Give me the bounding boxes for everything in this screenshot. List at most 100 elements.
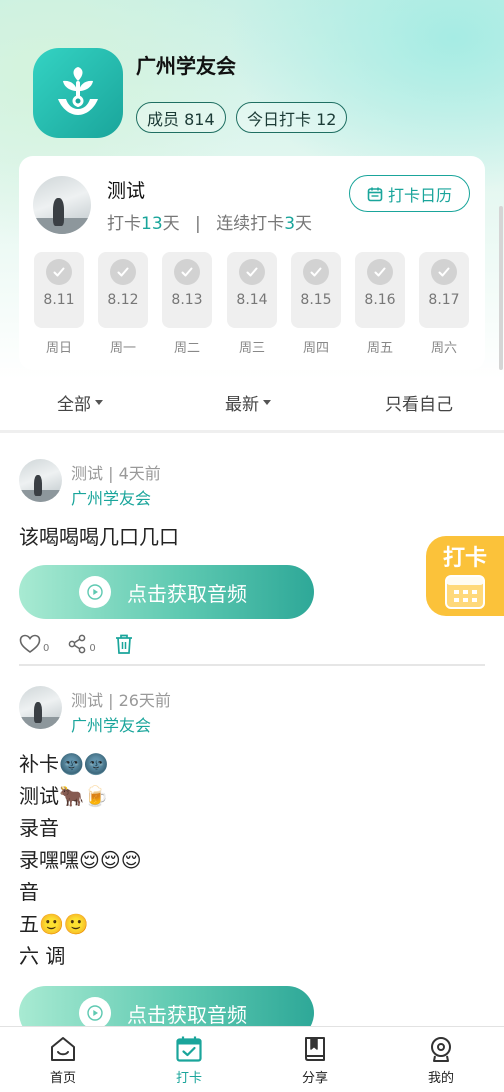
tab-share[interactable]: 分享 (275, 1035, 355, 1086)
day-weekday: 周五 (366, 341, 393, 356)
tab-label: 打卡 (175, 1071, 202, 1086)
tab-label: 首页 (49, 1071, 76, 1086)
post-group-link[interactable]: 广州学友会 (71, 712, 151, 736)
post-avatar[interactable] (19, 459, 62, 502)
heart-icon (19, 634, 41, 653)
check-icon (303, 259, 329, 285)
caret-down-icon (263, 400, 271, 405)
post-line: 补卡🌚🌚 (19, 752, 109, 776)
checkin-fab[interactable]: 打卡 (426, 536, 504, 616)
post-line: 五🙂🙂 (19, 912, 89, 936)
section-divider (0, 430, 504, 433)
check-icon (174, 259, 200, 285)
sprout-hand-icon (58, 67, 98, 115)
check-icon (367, 259, 393, 285)
today-checkin-badge: 今日打卡 12 (236, 102, 348, 133)
day-cell[interactable]: 8.14 周三 (227, 252, 277, 356)
day-weekday: 周一 (109, 341, 136, 356)
get-audio-button[interactable]: 点击获取音频 (19, 565, 314, 619)
group-logo (33, 48, 123, 138)
calendar-icon (367, 187, 383, 201)
post-line: 录音 (19, 816, 59, 840)
check-icon (110, 259, 136, 285)
day-cell[interactable]: 8.11 周日 (34, 252, 84, 356)
filter-bar: 全部 最新 只看自己 (0, 384, 504, 420)
share-icon (69, 634, 86, 654)
checkin-calendar-icon (176, 1036, 202, 1062)
post-line: 音 (19, 880, 39, 904)
day-cell[interactable]: 8.13 周二 (162, 252, 212, 356)
audio-label: 点击获取音频 (127, 1002, 247, 1027)
day-cell[interactable]: 8.15 周四 (291, 252, 341, 356)
post-divider (19, 664, 485, 666)
calendar-icon (445, 575, 485, 609)
checkin-stats: 打卡13天 | 连续打卡3天 (107, 209, 312, 234)
tab-label: 我的 (427, 1071, 454, 1086)
day-weekday: 周日 (45, 341, 72, 356)
like-button[interactable]: 0 (19, 634, 49, 654)
profile-name: 测试 (107, 180, 146, 202)
audio-label: 点击获取音频 (127, 581, 247, 606)
filter-all-dropdown[interactable]: 全部 (57, 390, 103, 415)
day-weekday: 周二 (173, 341, 200, 356)
post-meta: 测试 | 4天前 (71, 464, 161, 483)
home-icon (51, 1037, 75, 1061)
post-avatar[interactable] (19, 686, 62, 729)
filter-latest-label: 最新 (225, 395, 259, 415)
calendar-label: 打卡日历 (387, 185, 452, 205)
share-button[interactable]: 0 (67, 634, 96, 654)
bottom-tab-bar: 首页 打卡 分享 我的 (0, 1026, 504, 1092)
day-date: 8.17 (428, 292, 460, 308)
day-date: 8.12 (107, 292, 139, 308)
check-icon (46, 259, 72, 285)
trash-icon (115, 634, 132, 654)
scrollbar[interactable] (499, 206, 503, 370)
day-cell[interactable]: 8.12 周一 (98, 252, 148, 356)
day-date: 8.16 (364, 292, 396, 308)
check-icon (431, 259, 457, 285)
day-date: 8.15 (300, 292, 332, 308)
days-total: 13 (141, 214, 163, 234)
days-suffix: 天 (162, 214, 180, 234)
book-icon (305, 1037, 325, 1061)
filter-latest-dropdown[interactable]: 最新 (225, 390, 271, 415)
day-date: 8.13 (171, 292, 203, 308)
day-date: 8.14 (236, 292, 268, 308)
tab-mine[interactable]: 我的 (401, 1035, 481, 1086)
members-badge: 成员 814 (136, 102, 226, 133)
post-text: 补卡🌚🌚 测试🐂🍺 录音 录嘿嘿😌😌😌 音 五🙂🙂 六 调 (19, 748, 142, 972)
group-name: 广州学友会 (136, 54, 236, 78)
week-strip: 8.11 周日 8.12 周一 8.13 周二 8.14 周三 8.15 周四 … (34, 252, 474, 357)
streak-days: 3 (284, 214, 296, 234)
streak-prefix: 连续打卡 (216, 214, 285, 234)
user-icon (431, 1037, 451, 1062)
day-weekday: 周三 (238, 341, 265, 356)
tab-label: 分享 (301, 1071, 328, 1086)
tab-home[interactable]: 首页 (23, 1035, 103, 1086)
profile-card: 测试 打卡13天 | 连续打卡3天 打卡日历 8.11 周日 8.12 周一 8… (19, 156, 485, 370)
filter-all-label: 全部 (57, 395, 91, 415)
avatar[interactable] (33, 176, 91, 234)
post-group-link[interactable]: 广州学友会 (71, 485, 151, 509)
tab-checkin[interactable]: 打卡 (149, 1035, 229, 1086)
day-cell[interactable]: 8.17 周六 (419, 252, 469, 356)
stats-separator: | (195, 214, 201, 234)
post-actions: 0 0 (19, 632, 152, 656)
stats-prefix: 打卡 (107, 214, 141, 234)
day-cell[interactable]: 8.16 周五 (355, 252, 405, 356)
filter-mine-toggle[interactable]: 只看自己 (385, 390, 453, 415)
post-meta: 测试 | 26天前 (71, 691, 171, 710)
like-count: 0 (43, 643, 50, 654)
day-date: 8.11 (43, 292, 75, 308)
post-line: 录嘿嘿😌😌😌 (19, 848, 142, 872)
play-icon (79, 576, 111, 608)
fab-label: 打卡 (442, 546, 487, 571)
post-line: 六 调 (19, 944, 66, 968)
check-icon (239, 259, 265, 285)
checkin-calendar-button[interactable]: 打卡日历 (349, 175, 470, 212)
post-line: 该喝喝喝几口几口 (19, 525, 179, 549)
share-count: 0 (89, 643, 96, 654)
delete-button[interactable] (114, 633, 134, 655)
day-weekday: 周六 (430, 341, 457, 356)
caret-down-icon (95, 400, 103, 405)
